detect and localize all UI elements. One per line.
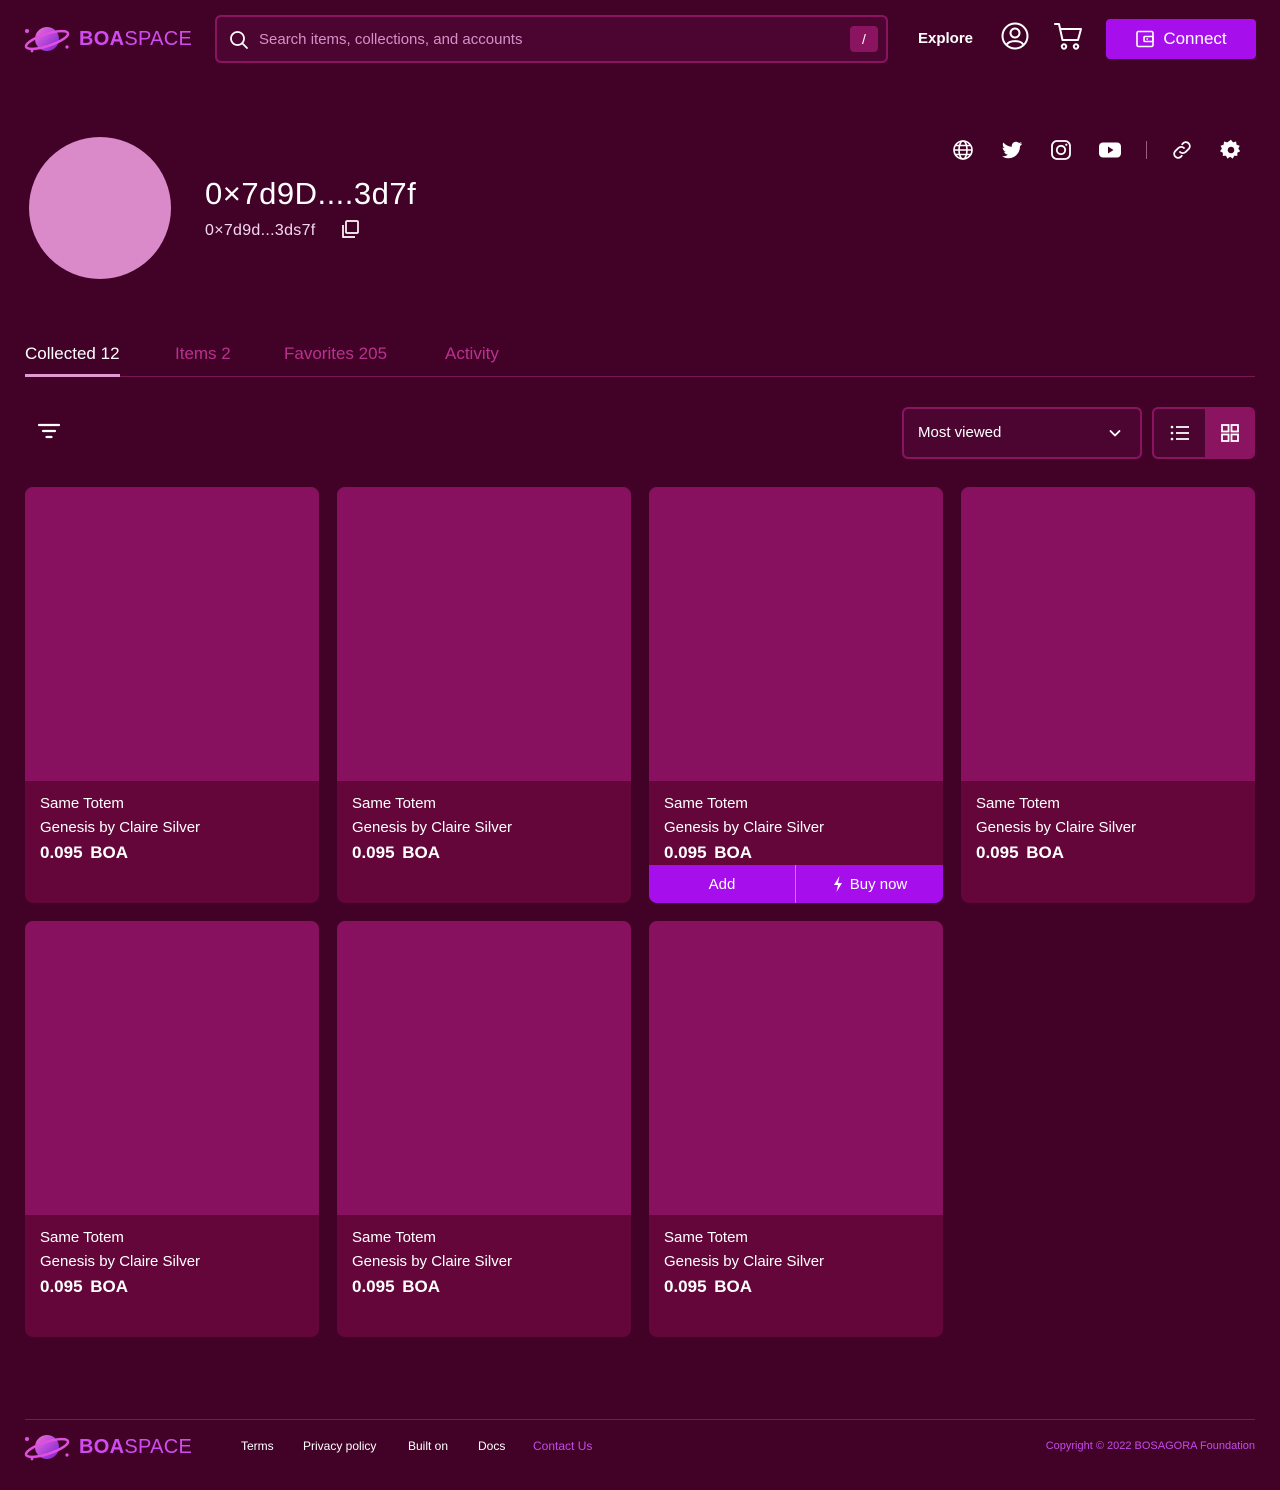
logo-wordmark: BOASPACE xyxy=(79,1435,193,1458)
nft-price: 0.095 BOA xyxy=(976,843,1065,862)
nft-card[interactable]: Same Totem Genesis by Claire Silver 0.09… xyxy=(337,487,631,903)
nft-price: 0.095 BOA xyxy=(40,843,129,862)
nft-collection: Genesis by Claire Silver xyxy=(664,1253,825,1270)
tab-favorites[interactable]: Favorites 205 xyxy=(284,344,387,364)
footer-link-privacy[interactable]: Privacy policy xyxy=(303,1439,376,1453)
youtube-icon[interactable] xyxy=(1098,138,1122,162)
nft-title: Same Totem xyxy=(40,795,124,812)
nft-collection: Genesis by Claire Silver xyxy=(352,819,513,836)
add-to-cart-button[interactable]: Add xyxy=(649,865,796,903)
logo-wordmark: BOASPACE xyxy=(79,27,193,50)
social-divider xyxy=(1146,141,1147,159)
nft-price: 0.095 BOA xyxy=(664,843,753,862)
nft-image xyxy=(337,921,631,1215)
nft-collection: Genesis by Claire Silver xyxy=(352,1253,513,1270)
settings-icon[interactable] xyxy=(1219,138,1243,162)
profile-avatar xyxy=(29,137,171,279)
tab-collected[interactable]: Collected 12 xyxy=(25,344,120,377)
nft-title: Same Totem xyxy=(976,795,1060,812)
nft-card-hovered[interactable]: Same Totem Genesis by Claire Silver 0.09… xyxy=(649,487,943,903)
globe-icon[interactable] xyxy=(951,138,975,162)
search-shortcut-key: / xyxy=(850,26,878,52)
nft-image xyxy=(337,487,631,781)
connect-wallet-button[interactable]: Connect xyxy=(1106,19,1256,59)
nft-title: Same Totem xyxy=(664,1229,748,1246)
list-view-button[interactable] xyxy=(1154,409,1205,457)
nft-title: Same Totem xyxy=(352,795,436,812)
search-bar: / xyxy=(215,15,888,63)
search-input[interactable] xyxy=(259,17,839,61)
card-actions: Add Buy now xyxy=(649,865,943,903)
footer-link-docs[interactable]: Docs xyxy=(478,1439,505,1453)
nft-image xyxy=(25,921,319,1215)
profile-name: 0×7d9D....3d7f xyxy=(205,176,417,211)
connect-label: Connect xyxy=(1163,29,1227,48)
footer-link-contact[interactable]: Contact Us xyxy=(533,1439,592,1453)
view-mode-toggle xyxy=(1152,407,1255,459)
tab-activity[interactable]: Activity xyxy=(445,344,499,364)
link-icon[interactable] xyxy=(1170,138,1194,162)
buy-now-label: Buy now xyxy=(849,875,908,893)
nft-price: 0.095 BOA xyxy=(352,843,441,862)
wallet-icon xyxy=(1136,30,1155,48)
copyright-text: Copyright © 2022 BOSAGORA Foundation xyxy=(1045,1440,1255,1452)
nft-image xyxy=(649,921,943,1215)
nft-image xyxy=(649,487,943,781)
tab-items[interactable]: Items 2 xyxy=(175,344,231,364)
nft-collection: Genesis by Claire Silver xyxy=(40,1253,201,1270)
nft-collection: Genesis by Claire Silver xyxy=(976,819,1137,836)
nft-image xyxy=(25,487,319,781)
nft-card[interactable]: Same Totem Genesis by Claire Silver 0.09… xyxy=(25,487,319,903)
footer-link-built-on[interactable]: Built on xyxy=(408,1439,448,1453)
profile-tabs: Collected 12 Items 2 Favorites 205 Activ… xyxy=(25,344,1255,377)
filter-icon[interactable] xyxy=(36,420,62,442)
nft-collection: Genesis by Claire Silver xyxy=(40,819,201,836)
footer: BOASPACE Terms Privacy policy Built on D… xyxy=(23,1419,1255,1479)
nft-price: 0.095 BOA xyxy=(352,1277,441,1296)
grid-view-button[interactable] xyxy=(1205,409,1253,457)
footer-logo[interactable]: BOASPACE xyxy=(23,1430,192,1464)
chevron-down-icon xyxy=(1109,430,1121,437)
planet-logo-icon xyxy=(24,27,70,53)
boaspace-logo[interactable]: BOASPACE xyxy=(23,22,192,56)
grid-icon xyxy=(1221,424,1239,442)
nft-card[interactable]: Same Totem Genesis by Claire Silver 0.09… xyxy=(25,921,319,1337)
footer-link-terms[interactable]: Terms xyxy=(241,1439,274,1453)
cart-icon[interactable] xyxy=(1053,20,1083,52)
nft-collection: Genesis by Claire Silver xyxy=(664,819,825,836)
account-icon[interactable] xyxy=(1000,21,1030,51)
nft-price: 0.095 BOA xyxy=(664,1277,753,1296)
search-icon xyxy=(230,31,248,49)
nft-card[interactable]: Same Totem Genesis by Claire Silver 0.09… xyxy=(961,487,1255,903)
list-icon xyxy=(1170,425,1189,441)
top-navbar: BOASPACE / Explore Connect xyxy=(0,0,1280,78)
nft-image xyxy=(961,487,1255,781)
nft-price: 0.095 BOA xyxy=(40,1277,129,1296)
nft-card[interactable]: Same Totem Genesis by Claire Silver 0.09… xyxy=(337,921,631,1337)
lightning-icon xyxy=(833,876,842,892)
buy-now-button[interactable]: Buy now xyxy=(796,865,943,903)
nft-title: Same Totem xyxy=(352,1229,436,1246)
wallet-address: 0×7d9d...3ds7f xyxy=(205,222,316,239)
planet-logo-icon xyxy=(24,1435,70,1461)
instagram-icon[interactable] xyxy=(1049,138,1073,162)
copy-icon[interactable] xyxy=(340,219,360,239)
nft-title: Same Totem xyxy=(664,795,748,812)
sort-selected-value: Most viewed xyxy=(918,424,1002,441)
sort-dropdown[interactable]: Most viewed xyxy=(902,407,1142,459)
nft-title: Same Totem xyxy=(40,1229,124,1246)
twitter-icon[interactable] xyxy=(1000,138,1024,162)
nft-card[interactable]: Same Totem Genesis by Claire Silver 0.09… xyxy=(649,921,943,1337)
explore-link[interactable]: Explore xyxy=(918,30,973,47)
